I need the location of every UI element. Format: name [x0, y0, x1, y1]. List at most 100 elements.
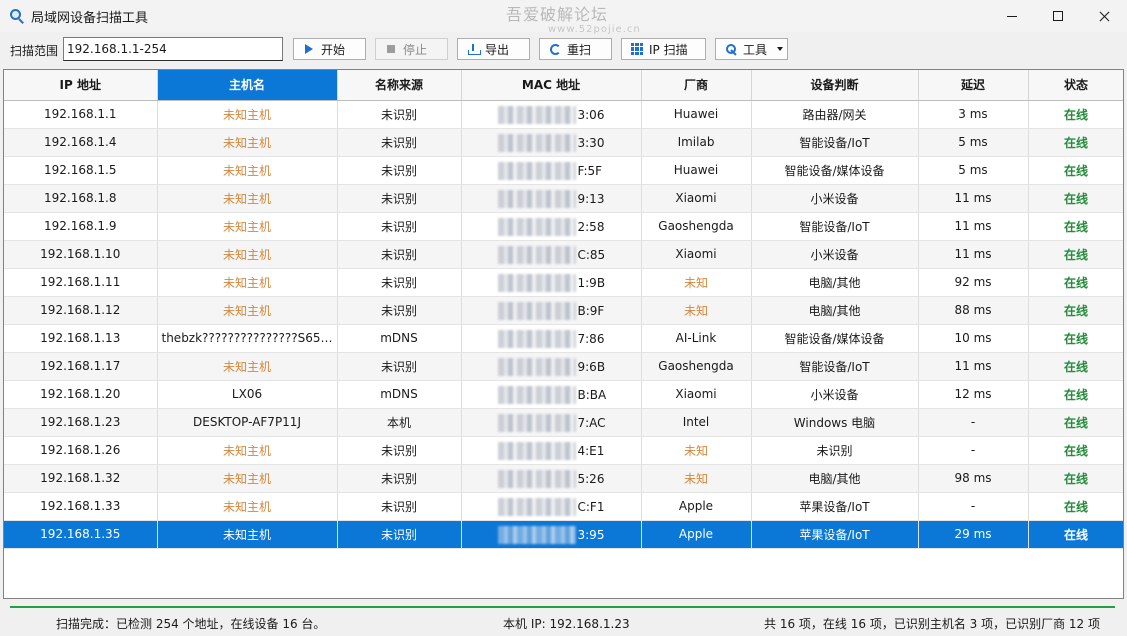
scan-range-input[interactable]	[63, 37, 283, 61]
table-row[interactable]: 192.168.1.10 未知主机 未识别 C:85 Xiaomi 小米设备 11 ms 在线	[4, 240, 1123, 269]
cell-name-source: 未识别	[337, 492, 462, 521]
cell-vendor: Apple	[641, 492, 752, 521]
table-row[interactable]: 192.168.1.11 未知主机 未识别 1:9B 未知 电脑/其他 92 ms 在线	[4, 268, 1123, 297]
column-header-vendor[interactable]: 厂商	[641, 70, 752, 101]
cell-ip: 192.168.1.23	[4, 408, 158, 437]
toolbar: 扫描范围 开始 停止 导出 重扫 IP 扫描 工具	[0, 32, 1127, 68]
cell-hostname: 未知主机	[157, 464, 338, 493]
table-row[interactable]: 192.168.1.8 未知主机 未识别 9:13 Xiaomi 小米设备 11 ms 在线	[4, 184, 1123, 213]
table-row[interactable]: 192.168.1.12 未知主机 未识别 B:9F 未知 电脑/其他 88 ms 在线	[4, 296, 1123, 325]
wrench-icon	[725, 43, 737, 55]
cell-latency: 11 ms	[918, 240, 1029, 269]
stop-button-label: 停止	[403, 42, 428, 57]
cell-mac: B:BA	[461, 380, 642, 409]
table-header-row: IP 地址 主机名 名称来源 MAC 地址 厂商 设备判断 延迟 状态	[4, 70, 1123, 101]
table-row[interactable]: 192.168.1.33 未知主机 未识别 C:F1 Apple 苹果设备/IoT - 在线	[4, 492, 1123, 521]
cell-vendor: Xiaomi	[641, 240, 752, 269]
cell-ip: 192.168.1.13	[4, 324, 158, 353]
mac-redaction	[497, 413, 576, 432]
table-row[interactable]: 192.168.1.9 未知主机 未识别 2:58 Gaoshengda 智能设备/IoT…	[4, 212, 1123, 241]
cell-status: 在线	[1028, 492, 1123, 521]
cell-vendor: Gaoshengda	[641, 352, 752, 381]
table-row[interactable]: 192.168.1.23 DESKTOP-AF7P11J 本机 7:AC Intel Wi…	[4, 408, 1123, 437]
mac-redaction	[497, 357, 576, 376]
scan-range-label: 扫描范围	[10, 44, 59, 58]
cell-mac: 7:AC	[461, 408, 642, 437]
cell-status: 在线	[1028, 520, 1123, 549]
cell-latency: 5 ms	[918, 156, 1029, 185]
cell-hostname: 未知主机	[157, 268, 338, 297]
table-row[interactable]: 192.168.1.20 LX06 mDNS B:BA Xiaomi 小米设备 12 ms 在…	[4, 380, 1123, 409]
table-row[interactable]: 192.168.1.5 未知主机 未识别 F:5F Huawei 智能设备/媒体设备 5 m…	[4, 156, 1123, 185]
start-button[interactable]: 开始	[293, 38, 366, 60]
close-button[interactable]	[1081, 0, 1127, 32]
grid-icon	[631, 43, 643, 55]
cell-hostname: 未知主机	[157, 100, 338, 129]
cell-status: 在线	[1028, 296, 1123, 325]
cell-vendor: 未知	[641, 436, 752, 465]
column-header-name-source[interactable]: 名称来源	[337, 70, 462, 101]
cell-latency: 11 ms	[918, 352, 1029, 381]
cell-device-type: 电脑/其他	[751, 464, 919, 493]
cell-ip: 192.168.1.33	[4, 492, 158, 521]
column-header-device-type[interactable]: 设备判断	[751, 70, 919, 101]
column-header-status[interactable]: 状态	[1028, 70, 1123, 101]
column-header-mac[interactable]: MAC 地址	[461, 70, 642, 101]
cell-name-source: 未识别	[337, 240, 462, 269]
ip-scan-button[interactable]: IP 扫描	[621, 38, 706, 60]
cell-name-source: 未识别	[337, 436, 462, 465]
mac-redaction	[497, 105, 576, 124]
reset-button[interactable]: 重扫	[539, 38, 612, 60]
tools-button-label: 工具	[743, 42, 768, 57]
cell-hostname: 未知主机	[157, 128, 338, 157]
maximize-button[interactable]	[1035, 0, 1081, 32]
table-row[interactable]: 192.168.1.32 未知主机 未识别 5:26 未知 电脑/其他 98 ms 在线	[4, 464, 1123, 493]
ip-scan-button-label: IP 扫描	[649, 42, 688, 57]
cell-ip: 192.168.1.17	[4, 352, 158, 381]
cell-ip: 192.168.1.35	[4, 520, 158, 549]
cell-hostname: 未知主机	[157, 184, 338, 213]
cell-hostname: 未知主机	[157, 156, 338, 185]
minimize-button[interactable]	[989, 0, 1035, 32]
play-icon	[303, 43, 315, 55]
cell-device-type: 智能设备/媒体设备	[751, 324, 919, 353]
scan-status-text: 扫描完成：已检测 254 个地址，在线设备 16 台。	[56, 617, 326, 631]
table-row[interactable]: 192.168.1.26 未知主机 未识别 4:E1 未知 未识别 - 在线	[4, 436, 1123, 465]
mac-visible-suffix: 9:6B	[577, 359, 606, 374]
cell-hostname: 未知主机	[157, 240, 338, 269]
column-header-hostname[interactable]: 主机名	[157, 70, 338, 101]
mac-visible-suffix: 1:9B	[577, 275, 606, 290]
cell-hostname: 未知主机	[157, 352, 338, 381]
cell-device-type: 苹果设备/IoT	[751, 520, 919, 549]
cell-status: 在线	[1028, 464, 1123, 493]
table-body: 192.168.1.1 未知主机 未识别 3:06 Huawei 路由器/网关 3 ms 在线…	[4, 100, 1123, 549]
mac-visible-suffix: 3:30	[577, 135, 605, 150]
table-row[interactable]: 192.168.1.13 thebzk???????????????S65 ...…	[4, 324, 1123, 353]
cell-name-source: 未识别	[337, 296, 462, 325]
tools-dropdown-button[interactable]: 工具	[715, 38, 788, 60]
table-row[interactable]: 192.168.1.1 未知主机 未识别 3:06 Huawei 路由器/网关 3 ms 在线	[4, 100, 1123, 129]
export-button[interactable]: 导出	[457, 38, 530, 60]
cell-latency: -	[918, 436, 1029, 465]
table-row[interactable]: 192.168.1.17 未知主机 未识别 9:6B Gaoshengda 智能设备/Io…	[4, 352, 1123, 381]
mac-visible-suffix: B:BA	[577, 387, 607, 402]
cell-device-type: 路由器/网关	[751, 100, 919, 129]
cell-status: 在线	[1028, 436, 1123, 465]
column-header-ip[interactable]: IP 地址	[4, 70, 158, 101]
table-row[interactable]: 192.168.1.35 未知主机 未识别 3:95 Apple 苹果设备/IoT 29 m…	[4, 520, 1123, 549]
cell-latency: 12 ms	[918, 380, 1029, 409]
table-row[interactable]: 192.168.1.4 未知主机 未识别 3:30 Imilab 智能设备/IoT 5 ms…	[4, 128, 1123, 157]
cell-name-source: mDNS	[337, 324, 462, 353]
mac-visible-suffix: 3:06	[577, 107, 605, 122]
mac-visible-suffix: C:85	[577, 247, 606, 262]
cell-vendor: Huawei	[641, 100, 752, 129]
cell-status: 在线	[1028, 380, 1123, 409]
stop-icon	[385, 43, 397, 55]
mac-redaction	[497, 525, 576, 544]
stop-button[interactable]: 停止	[375, 38, 448, 60]
column-header-latency[interactable]: 延迟	[918, 70, 1029, 101]
cell-mac: 3:30	[461, 128, 642, 157]
cell-vendor: Xiaomi	[641, 380, 752, 409]
cell-ip: 192.168.1.5	[4, 156, 158, 185]
cell-ip: 192.168.1.4	[4, 128, 158, 157]
